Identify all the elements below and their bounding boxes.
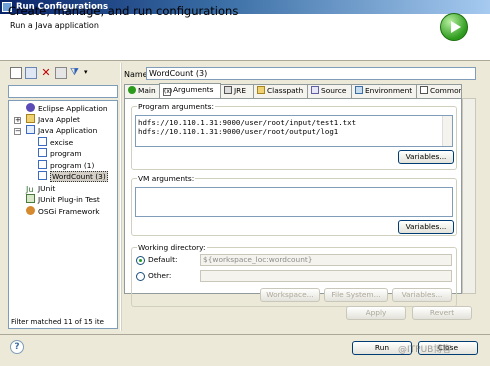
expand-java-applet-icon[interactable]: + <box>14 117 21 124</box>
tab-environment[interactable]: Environment <box>351 84 417 98</box>
tree-item-junit-plugin-test[interactable]: JUnit Plug-in Test <box>26 194 100 205</box>
tree-item-java-applet[interactable]: Java Applet <box>26 114 80 125</box>
tree-item-program-1[interactable]: program (1) <box>38 160 94 171</box>
common-tab-icon <box>420 86 428 94</box>
tree-item-program[interactable]: program <box>38 148 82 159</box>
header-subtitle: Run a Java application <box>10 21 99 30</box>
pane-splitter[interactable] <box>120 63 122 331</box>
tab-classpath[interactable]: Classpath <box>253 84 308 98</box>
config-tree[interactable]: Eclipse Application + Java Applet − Java… <box>8 100 118 329</box>
run-banner-icon <box>440 13 468 41</box>
filter-status: Filter matched 11 of 15 ite <box>11 318 104 326</box>
tab-arguments[interactable]: (x)Arguments <box>159 83 221 98</box>
default-directory-field: ${workspace_loc:wordcount} <box>200 254 452 266</box>
help-icon[interactable]: ? <box>10 340 24 354</box>
classpath-tab-icon <box>257 86 265 94</box>
other-directory-radio[interactable] <box>136 272 145 281</box>
tab-source[interactable]: Source <box>307 84 352 98</box>
collapse-java-application-icon[interactable]: − <box>14 128 21 135</box>
working-directory-group: Working directory: Default: ${workspace_… <box>131 243 457 307</box>
arguments-tab-panel: Program arguments: hdfs://10.110.1.31:90… <box>124 98 462 307</box>
filter-icon[interactable]: ⧩ <box>70 67 82 79</box>
junit-plugin-icon <box>26 194 35 203</box>
tree-item-junit[interactable]: Ju JUnit <box>26 183 55 194</box>
program-arguments-scrollbar[interactable] <box>442 116 452 146</box>
file-system-button[interactable]: File System... <box>324 288 388 302</box>
environment-tab-icon <box>355 86 363 94</box>
applet-icon <box>26 114 35 123</box>
program-variables-button[interactable]: Variables... <box>398 150 454 164</box>
default-directory-radio[interactable] <box>136 256 145 265</box>
collapse-all-icon[interactable] <box>55 67 67 79</box>
tab-jre[interactable]: JRE <box>220 84 254 98</box>
filter-menu-chevron-icon[interactable]: ▾ <box>84 68 88 76</box>
tree-item-osgi-framework[interactable]: OSGi Framework <box>26 206 100 217</box>
tree-item-excise[interactable]: excise <box>38 137 73 148</box>
arguments-tab-icon: (x) <box>163 88 173 96</box>
header-title: Create, manage, and run configurations <box>8 4 239 18</box>
java-config-icon <box>38 160 47 169</box>
new-config-icon[interactable] <box>10 67 22 79</box>
config-tab-bar: Main (x)Arguments JRE Classpath Source E… <box>124 83 462 98</box>
filter-input[interactable] <box>8 85 118 98</box>
java-config-icon <box>38 137 47 146</box>
java-config-icon <box>38 171 47 180</box>
program-arguments-label: Program arguments: <box>137 102 216 111</box>
default-directory-label: Default: <box>148 255 178 264</box>
tree-item-eclipse-application[interactable]: Eclipse Application <box>26 103 108 114</box>
config-name-input[interactable]: WordCount (3) <box>146 67 476 80</box>
junit-icon: Ju <box>26 185 34 194</box>
program-argument-line: hdfs://10.110.1.31:9000/user/root/input/… <box>138 118 357 127</box>
other-directory-field[interactable] <box>200 270 452 282</box>
java-config-icon <box>38 148 47 157</box>
watermark: @ITPUB博客 <box>398 345 452 355</box>
apply-button[interactable]: Apply <box>346 306 406 320</box>
vm-arguments-textarea[interactable] <box>135 187 453 217</box>
tree-item-java-application[interactable]: Java Application <box>26 125 97 136</box>
tab-panel-scrollbar[interactable] <box>462 98 476 294</box>
delete-icon[interactable]: ✕ <box>40 67 52 79</box>
eclipse-icon <box>26 103 35 112</box>
tab-common[interactable]: Common <box>416 84 462 98</box>
main-tab-icon <box>128 86 136 94</box>
java-app-icon <box>26 125 35 134</box>
footer-divider <box>0 334 490 335</box>
osgi-icon <box>26 206 35 215</box>
program-arguments-group: Program arguments: hdfs://10.110.1.31:90… <box>131 102 457 170</box>
revert-button[interactable]: Revert <box>412 306 472 320</box>
vm-arguments-label: VM arguments: <box>137 174 196 183</box>
workspace-button[interactable]: Workspace... <box>260 288 320 302</box>
working-dir-variables-button[interactable]: Variables... <box>392 288 452 302</box>
program-arguments-textarea[interactable]: hdfs://10.110.1.31:9000/user/root/input/… <box>135 115 453 147</box>
jre-tab-icon <box>224 86 232 94</box>
duplicate-icon[interactable] <box>25 67 37 79</box>
working-directory-label: Working directory: <box>137 243 207 252</box>
tree-item-wordcount-3[interactable]: WordCount (3) <box>38 171 108 182</box>
vm-variables-button[interactable]: Variables... <box>398 220 454 234</box>
other-directory-label: Other: <box>148 271 172 280</box>
vm-arguments-group: VM arguments: Variables... <box>131 174 457 236</box>
source-tab-icon <box>311 86 319 94</box>
program-argument-line: hdfs://10.110.1.31:9000/user/root/output… <box>138 127 339 136</box>
tab-main[interactable]: Main <box>124 84 160 98</box>
